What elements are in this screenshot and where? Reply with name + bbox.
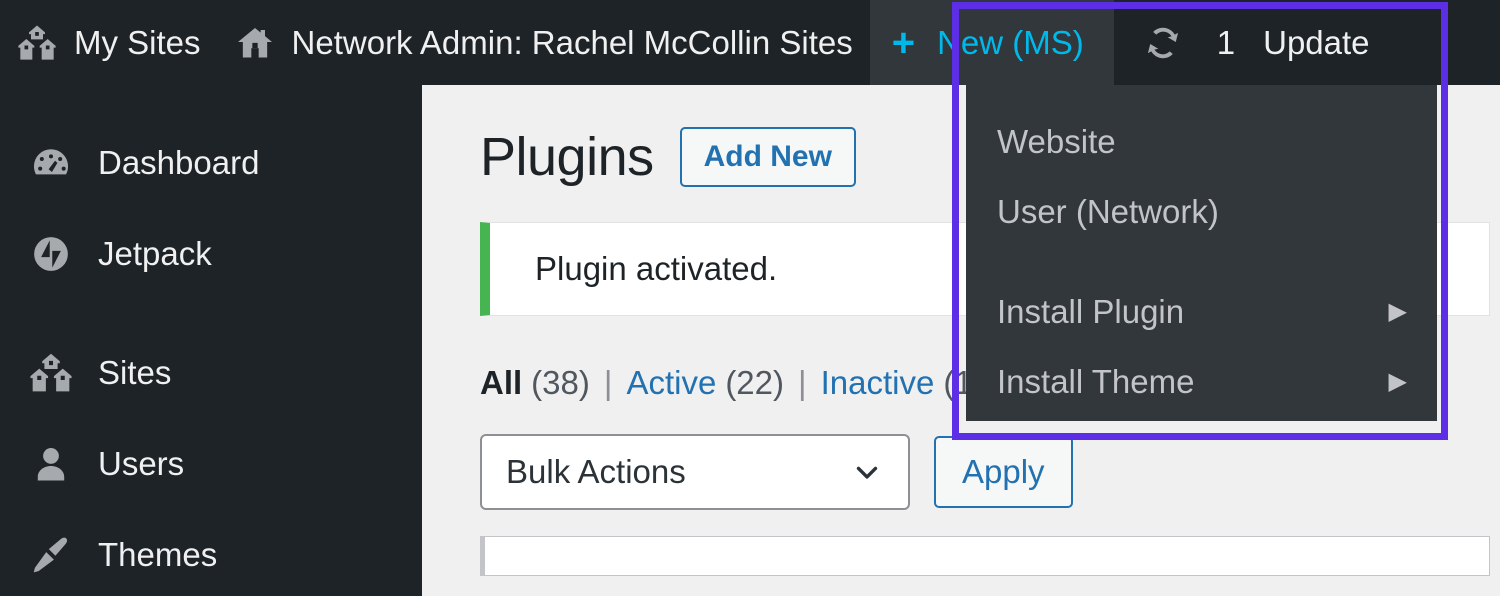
bulk-actions-value: Bulk Actions bbox=[506, 453, 686, 490]
admin-bar-new-menu[interactable]: + New (MS) bbox=[869, 0, 1114, 85]
network-sites-icon bbox=[20, 351, 82, 395]
table-nav-top: Bulk Actions Apply bbox=[480, 434, 1500, 510]
filter-link-all[interactable]: All bbox=[480, 364, 522, 402]
admin-bar-my-sites[interactable]: My Sites bbox=[0, 0, 218, 85]
bulk-actions-select[interactable]: Bulk Actions bbox=[480, 434, 910, 510]
dropdown-item-label: Website bbox=[997, 123, 1116, 160]
sidebar-item-jetpack[interactable]: Jetpack bbox=[0, 208, 422, 299]
submenu-arrow-icon: ▶ bbox=[1388, 368, 1407, 395]
dropdown-item-label: Install Theme bbox=[997, 363, 1195, 400]
sidebar-item-themes[interactable]: Themes bbox=[0, 509, 422, 596]
page-title: Plugins bbox=[480, 126, 654, 187]
plugins-table bbox=[480, 536, 1490, 576]
filter-link-active[interactable]: Active bbox=[626, 364, 716, 402]
dashboard-gauge-icon bbox=[20, 141, 82, 185]
admin-bar-updates-count: 1 bbox=[1216, 23, 1236, 61]
sidebar-item-label: Jetpack bbox=[98, 234, 212, 272]
sidebar-item-label: Sites bbox=[98, 353, 172, 391]
filter-separator: | bbox=[798, 364, 807, 401]
admin-bar-network-admin-label: Network Admin: Rachel McCollin Sites bbox=[291, 23, 853, 61]
jetpack-icon bbox=[20, 232, 82, 276]
screen-root: My Sites Network Admin: Rachel McCollin … bbox=[0, 0, 1500, 596]
sidebar-item-label: Users bbox=[98, 444, 185, 482]
plus-icon: + bbox=[891, 20, 916, 65]
sidebar-item-users[interactable]: Users bbox=[0, 418, 422, 509]
filter-link-inactive[interactable]: Inactive bbox=[821, 364, 935, 402]
new-menu-dropdown: Website User (Network) Install Plugin ▶ … bbox=[966, 85, 1437, 421]
add-new-button[interactable]: Add New bbox=[679, 127, 856, 187]
sidebar-item-sites[interactable]: Sites bbox=[0, 327, 422, 418]
chevron-down-icon bbox=[850, 455, 884, 489]
update-refresh-icon bbox=[1142, 22, 1184, 64]
submenu-arrow-icon: ▶ bbox=[1388, 298, 1407, 325]
dropdown-item-label: User (Network) bbox=[997, 193, 1219, 230]
dropdown-divider bbox=[966, 247, 1437, 277]
filter-separator: | bbox=[603, 364, 613, 401]
admin-bar-my-sites-label: My Sites bbox=[74, 23, 201, 61]
user-icon bbox=[20, 442, 82, 486]
sidebar-item-label: Dashboard bbox=[98, 143, 260, 181]
filter-count-active: (22) bbox=[725, 364, 784, 401]
admin-bar-network-admin[interactable]: Network Admin: Rachel McCollin Sites bbox=[218, 0, 870, 85]
dropdown-item-install-plugin[interactable]: Install Plugin ▶ bbox=[966, 277, 1437, 347]
dropdown-item-website[interactable]: Website bbox=[966, 107, 1437, 177]
filter-count-all: (38) bbox=[531, 364, 590, 401]
network-sites-icon bbox=[17, 23, 57, 63]
dropdown-item-user-network[interactable]: User (Network) bbox=[966, 177, 1437, 247]
sidebar-item-label: Themes bbox=[98, 535, 218, 573]
sidebar-item-dashboard[interactable]: Dashboard bbox=[0, 117, 422, 208]
admin-bar: My Sites Network Admin: Rachel McCollin … bbox=[0, 0, 1500, 85]
apply-button[interactable]: Apply bbox=[934, 435, 1073, 509]
home-icon bbox=[235, 23, 275, 63]
paintbrush-icon bbox=[20, 533, 82, 577]
dropdown-item-label: Install Plugin bbox=[997, 293, 1185, 330]
admin-sidebar-menu: Dashboard Jetpack Sites Users Themes bbox=[0, 85, 422, 596]
sidebar-divider bbox=[0, 299, 422, 327]
admin-bar-updates[interactable]: 1 Update bbox=[1114, 0, 1387, 85]
admin-bar-new-menu-label: New (MS) bbox=[937, 23, 1084, 61]
admin-bar-updates-label: Update bbox=[1263, 23, 1370, 61]
dropdown-item-install-theme[interactable]: Install Theme ▶ bbox=[966, 347, 1437, 417]
notice-message: Plugin activated. bbox=[535, 250, 778, 287]
